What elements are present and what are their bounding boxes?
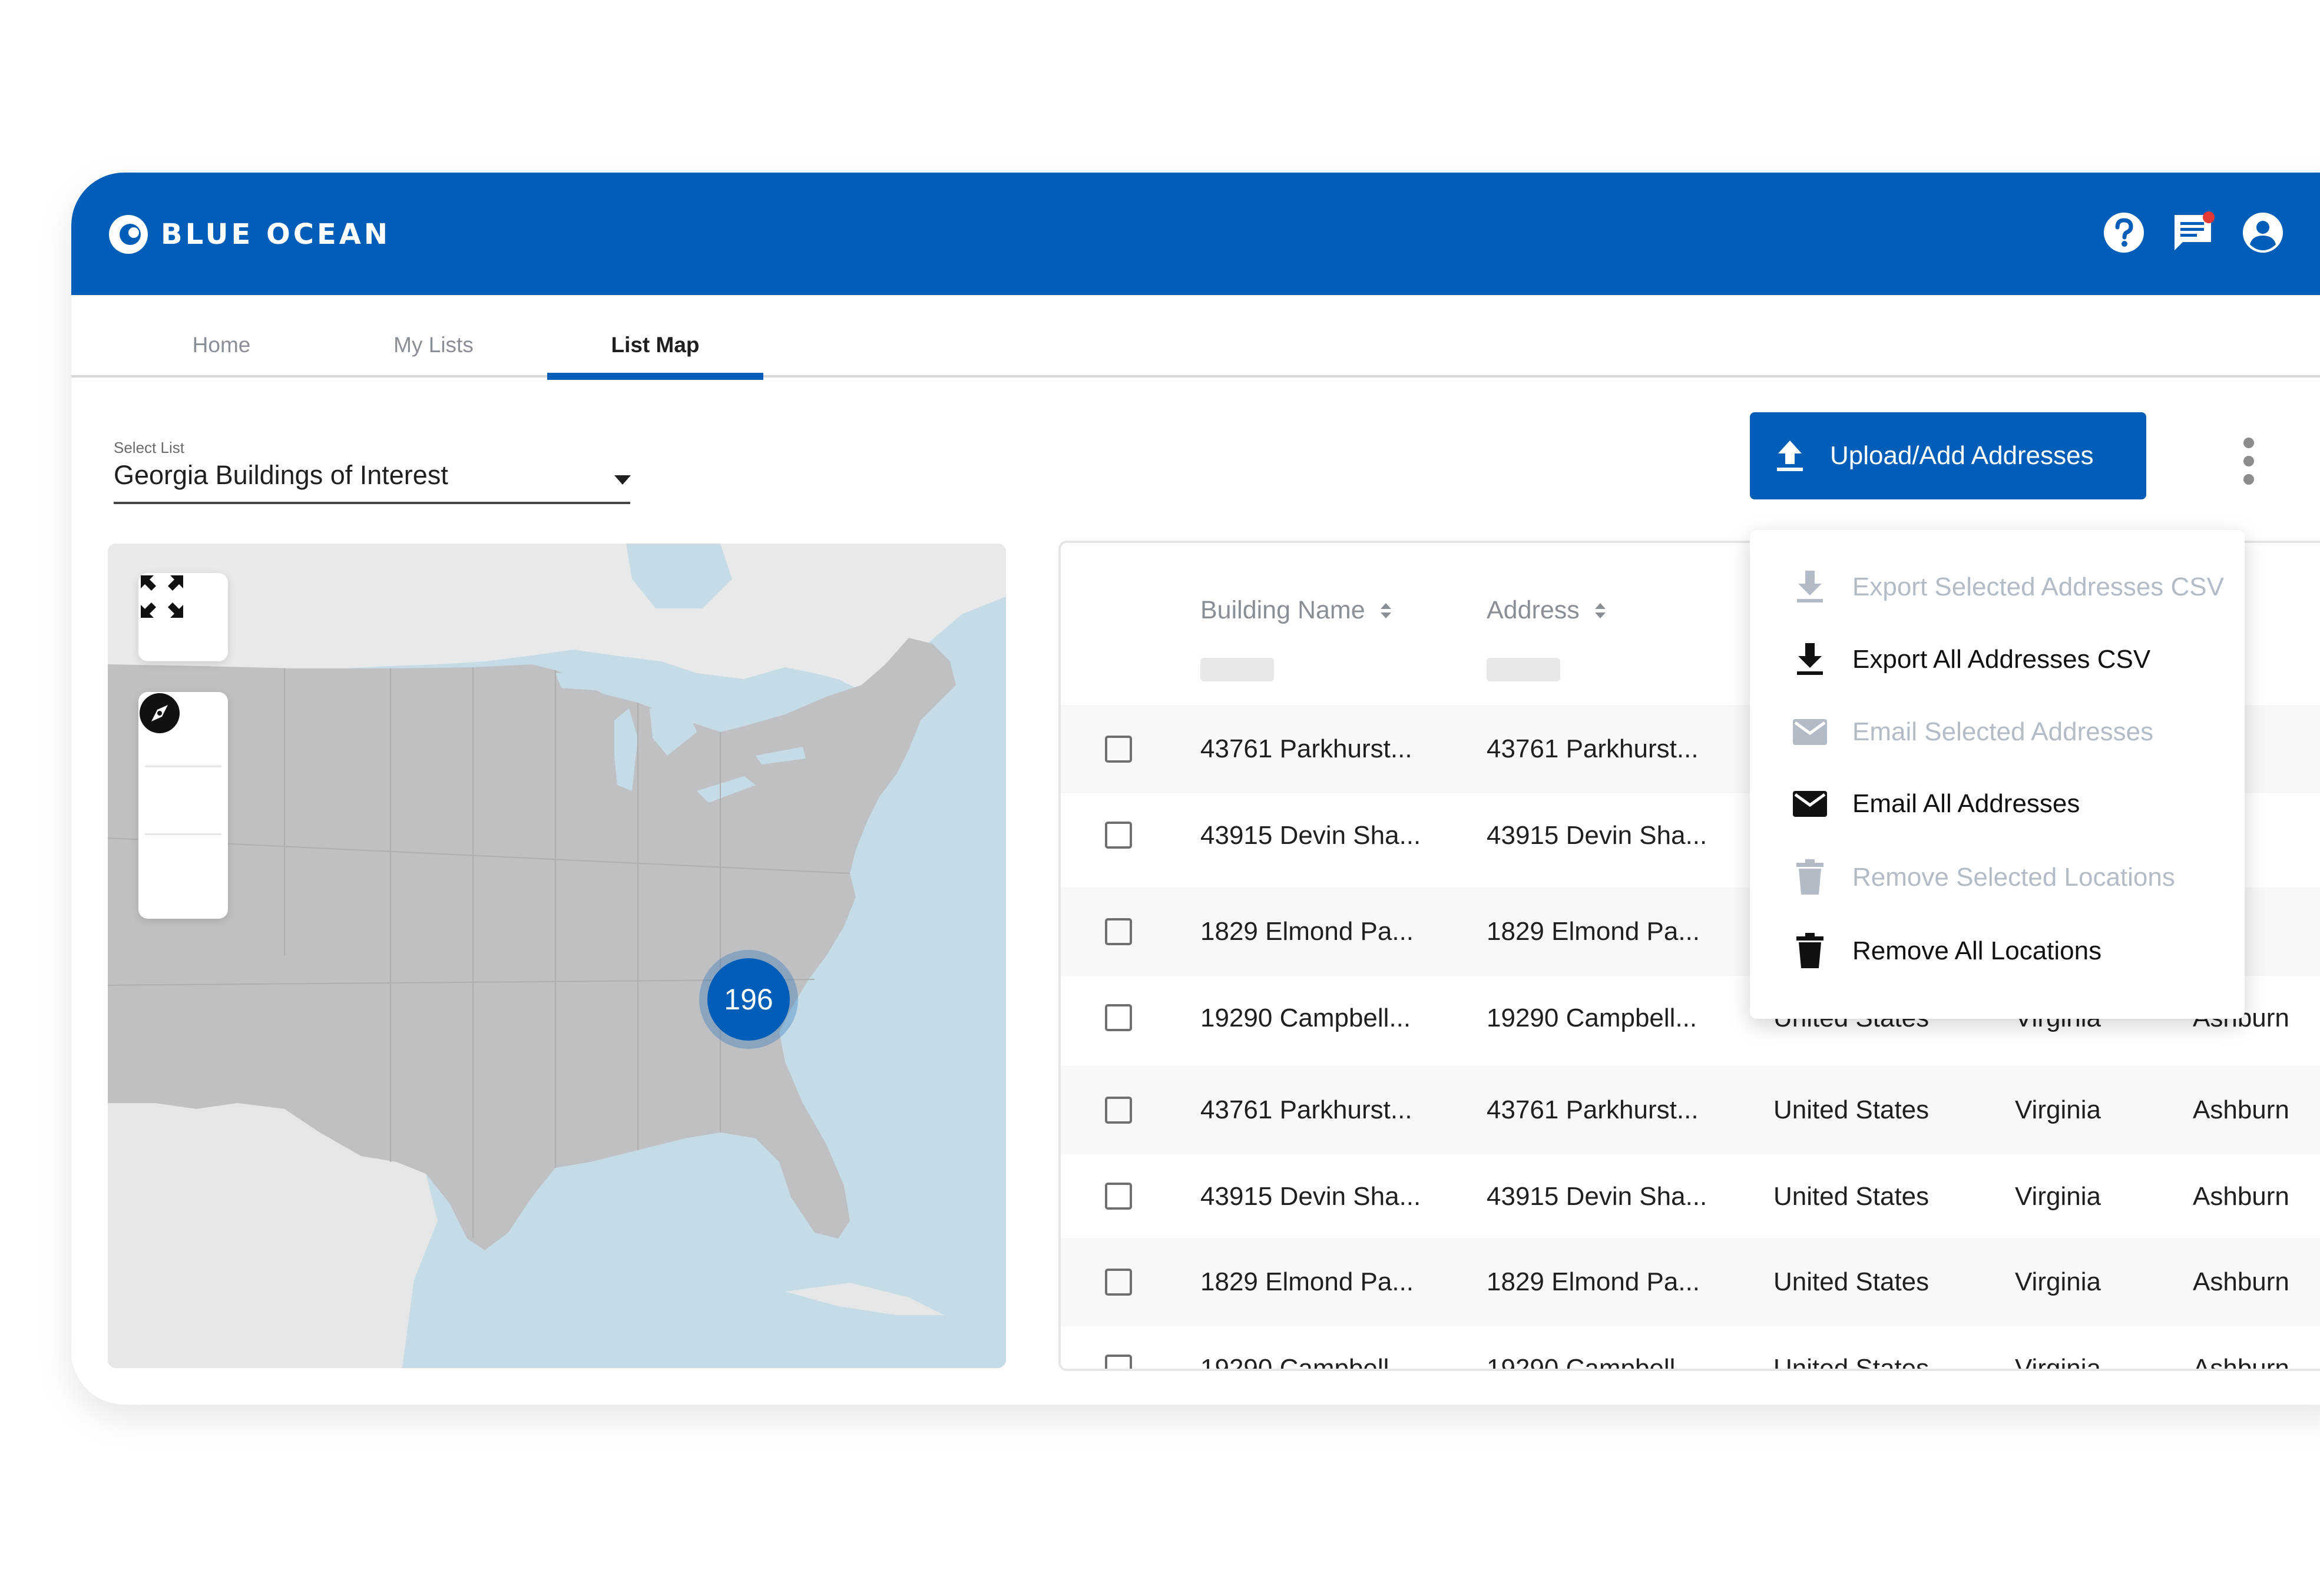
building-name-cell: 43915 Devin Sha... [1200, 821, 1421, 850]
brand-logo[interactable]: BLUE OCEAN [108, 214, 390, 255]
envelope-icon [1791, 785, 1829, 823]
row-checkbox[interactable] [1105, 1097, 1132, 1124]
row-checkbox[interactable] [1105, 822, 1132, 849]
tab-my-lists[interactable]: My Lists [345, 295, 522, 378]
active-tab-indicator [547, 373, 763, 380]
cluster-count: 196 [707, 958, 790, 1041]
blue-ocean-logo-icon [109, 215, 148, 254]
menu-item-export-all-csv[interactable]: Export All Addresses CSV [1750, 627, 2245, 692]
map-canvas [108, 544, 1006, 1368]
menu-item-label: Remove Selected Locations [1852, 863, 2175, 892]
top-bar: BLUE OCEAN [71, 173, 2320, 295]
download-icon [1791, 568, 1829, 606]
select-list-value[interactable]: Georgia Buildings of Interest [114, 460, 448, 491]
download-icon [1791, 641, 1829, 678]
upload-add-addresses-button[interactable]: Upload/Add Addresses [1750, 412, 2146, 499]
menu-item-label: Export Selected Addresses CSV [1852, 572, 2224, 601]
select-underline [114, 502, 630, 504]
menu-item-label: Remove All Locations [1852, 936, 2102, 965]
table-row[interactable]: 1829 Elmond Pa... 1829 Elmond Pa... Unit… [1061, 1238, 2320, 1326]
compass-icon [140, 693, 180, 733]
map-cluster-marker[interactable]: 196 [699, 950, 798, 1049]
state-cell: Virginia [2015, 1267, 2101, 1296]
row-checkbox[interactable] [1105, 1355, 1132, 1369]
menu-item-remove-selected[interactable]: Remove Selected Locations [1750, 845, 2245, 910]
building-name-cell: 1829 Elmond Pa... [1200, 917, 1414, 946]
sort-icon[interactable] [1380, 602, 1391, 618]
upload-button-label: Upload/Add Addresses [1830, 441, 2094, 470]
state-cell: Virginia [2015, 1182, 2101, 1211]
help-icon[interactable] [2100, 209, 2147, 256]
zoom-divider [145, 833, 221, 835]
address-cell: 19290 Campbell... [1487, 1354, 1697, 1371]
country-cell: United States [1773, 1095, 1930, 1124]
address-cell: 43761 Parkhurst... [1487, 734, 1699, 763]
app-window: BLUE OCEAN Home My Lists List Map Select… [71, 173, 2320, 1405]
city-cell: Ashburn [2193, 1354, 2289, 1371]
zoom-controls [138, 692, 228, 919]
trash-icon [1791, 932, 1829, 970]
menu-item-export-selected-csv[interactable]: Export Selected Addresses CSV [1750, 555, 2245, 620]
menu-item-remove-all[interactable]: Remove All Locations [1750, 919, 2245, 984]
trash-icon [1791, 859, 1829, 896]
address-cell: 1829 Elmond Pa... [1487, 917, 1700, 946]
city-cell: Ashburn [2193, 1095, 2289, 1124]
row-checkbox[interactable] [1105, 1004, 1132, 1031]
filter-placeholder[interactable] [1200, 658, 1274, 681]
state-cell: Virginia [2015, 1354, 2101, 1371]
row-checkbox[interactable] [1105, 736, 1132, 763]
country-cell: United States [1773, 1354, 1930, 1371]
column-header-address[interactable]: Address [1487, 596, 1606, 625]
tab-list-map[interactable]: List Map [547, 295, 763, 378]
envelope-icon [1791, 713, 1829, 751]
city-cell: Ashburn [2193, 1267, 2289, 1296]
address-cell: 1829 Elmond Pa... [1487, 1267, 1700, 1296]
country-cell: United States [1773, 1267, 1930, 1296]
column-header-building-name[interactable]: Building Name [1200, 596, 1391, 625]
row-checkbox[interactable] [1105, 1183, 1132, 1210]
building-name-cell: 1829 Elmond Pa... [1200, 1267, 1414, 1296]
zoom-divider [145, 766, 221, 767]
filter-placeholder[interactable] [1487, 658, 1560, 681]
building-name-cell: 19290 Campbell... [1200, 1354, 1411, 1371]
account-icon[interactable] [2239, 209, 2286, 256]
select-list-label: Select List [114, 439, 184, 456]
address-cell: 43915 Devin Sha... [1487, 821, 1707, 850]
tab-home[interactable]: Home [163, 295, 280, 378]
address-cell: 19290 Campbell... [1487, 1004, 1697, 1032]
tab-bar: Home My Lists List Map [71, 295, 2320, 378]
building-name-cell: 43915 Devin Sha... [1200, 1182, 1421, 1211]
building-name-cell: 43761 Parkhurst... [1200, 1095, 1412, 1124]
fullscreen-icon [141, 575, 183, 618]
chevron-down-icon[interactable] [614, 475, 631, 485]
menu-item-email-all[interactable]: Email All Addresses [1750, 771, 2245, 836]
brand-name: BLUE OCEAN [161, 218, 391, 251]
menu-item-label: Export All Addresses CSV [1852, 645, 2151, 674]
row-checkbox[interactable] [1105, 1269, 1132, 1296]
city-cell: Ashburn [2193, 1182, 2289, 1211]
upload-icon [1777, 441, 1803, 471]
state-cell: Virginia [2015, 1095, 2101, 1124]
building-name-cell: 43761 Parkhurst... [1200, 734, 1412, 763]
table-row[interactable]: 43761 Parkhurst... 43761 Parkhurst... Un… [1061, 1066, 2320, 1154]
building-name-cell: 19290 Campbell... [1200, 1004, 1411, 1032]
notification-badge [2203, 211, 2215, 223]
fullscreen-button[interactable] [138, 573, 228, 661]
more-options-icon[interactable] [2240, 438, 2258, 485]
table-row[interactable]: 43915 Devin Sha... 43915 Devin Sha... Un… [1061, 1154, 2320, 1243]
column-label: Building Name [1200, 596, 1365, 624]
messages-icon[interactable] [2170, 209, 2217, 256]
sort-icon[interactable] [1594, 602, 1606, 618]
menu-item-email-selected[interactable]: Email Selected Addresses [1750, 700, 2245, 764]
actions-menu: Export Selected Addresses CSV Export All… [1750, 530, 2245, 1019]
map-view[interactable] [108, 544, 1006, 1368]
row-checkbox[interactable] [1105, 918, 1132, 945]
menu-item-label: Email Selected Addresses [1852, 717, 2154, 746]
table-row[interactable]: 19290 Campbell... 19290 Campbell... Unit… [1061, 1326, 2320, 1371]
country-cell: United States [1773, 1182, 1930, 1211]
address-cell: 43915 Devin Sha... [1487, 1182, 1707, 1211]
column-label: Address [1487, 596, 1580, 624]
menu-item-label: Email All Addresses [1852, 789, 2080, 818]
address-cell: 43761 Parkhurst... [1487, 1095, 1699, 1124]
